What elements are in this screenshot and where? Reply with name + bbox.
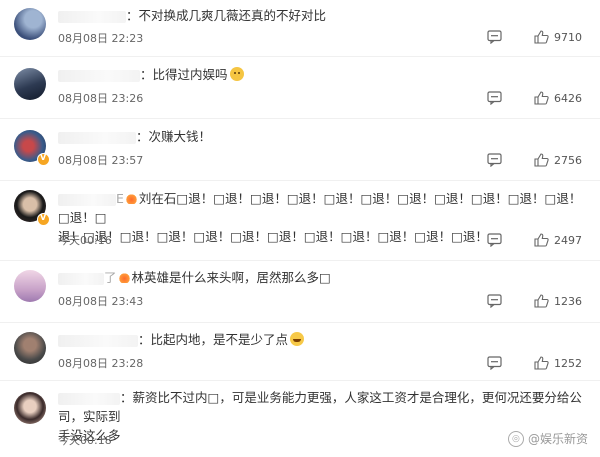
username-blurred[interactable] xyxy=(58,272,104,285)
comment-icon xyxy=(487,153,502,167)
avatar[interactable] xyxy=(14,392,46,424)
divider xyxy=(0,260,600,261)
like-count: 1236 xyxy=(554,294,582,308)
username-blurred[interactable] xyxy=(58,10,126,23)
comment-time: 08月08日 22:23 xyxy=(58,32,144,45)
like-button[interactable]: 6426 xyxy=(534,91,582,105)
username-blurred[interactable] xyxy=(58,334,138,347)
verified-badge-icon xyxy=(37,153,50,166)
comment-icon xyxy=(487,294,502,308)
like-button[interactable]: 2756 xyxy=(534,153,582,167)
reply-button[interactable] xyxy=(487,30,502,44)
username-suffix: E xyxy=(116,191,124,206)
thumbs-up-icon xyxy=(534,153,549,167)
comment-icon xyxy=(487,91,502,105)
like-button[interactable]: 1236 xyxy=(534,294,582,308)
comment-text-line1: 薪资比不过内□，可是业务能力更强，人家这工资才是合理化，更何况还要分给公司，实际… xyxy=(58,390,582,424)
comment-icon xyxy=(487,233,502,247)
comment-text: 不对换成几爽几薇还真的不好对比 xyxy=(138,8,327,23)
thumbs-up-icon xyxy=(534,294,549,308)
thumbs-up-icon xyxy=(534,233,549,247)
thumbs-up-icon xyxy=(534,91,549,105)
avatar[interactable] xyxy=(14,270,46,302)
like-count: 1252 xyxy=(554,356,582,370)
watermark-text: @娱乐新资 xyxy=(527,432,588,446)
comment-time: 今天00:16 xyxy=(58,234,112,247)
like-count: 2756 xyxy=(554,153,582,167)
source-watermark: ◎ @娱乐新资 xyxy=(507,430,588,447)
username-blurred[interactable] xyxy=(58,131,136,144)
avatar[interactable] xyxy=(14,8,46,40)
reply-button[interactable] xyxy=(487,233,502,247)
comment-time: 08月08日 23:43 xyxy=(58,295,144,308)
comment-icon xyxy=(487,356,502,370)
comment-icon xyxy=(487,30,502,44)
like-count: 9710 xyxy=(554,30,582,44)
reply-button[interactable] xyxy=(487,356,502,370)
divider xyxy=(0,56,600,57)
avatar[interactable] xyxy=(14,332,46,364)
divider xyxy=(0,180,600,181)
like-button[interactable]: 1252 xyxy=(534,356,582,370)
verified-badge-icon xyxy=(37,213,50,226)
comment-time: 08月08日 23:28 xyxy=(58,357,144,370)
like-button[interactable]: 9710 xyxy=(534,30,582,44)
divider xyxy=(0,118,600,119)
comment-time: 08月08日 23:57 xyxy=(58,154,144,167)
username-blurred[interactable] xyxy=(58,69,140,82)
fire-icon xyxy=(125,193,137,204)
thumbs-up-icon xyxy=(534,356,549,370)
thumbs-up-icon xyxy=(534,30,549,44)
username-blurred[interactable] xyxy=(58,392,120,405)
laugh-emoji xyxy=(290,332,305,346)
username-blurred[interactable] xyxy=(58,193,116,206)
comment-time: 今天00:18 xyxy=(58,434,112,447)
comment-text: 比得过内娱吗 xyxy=(152,67,228,82)
comment-text: 比起内地，是不是少了点 xyxy=(150,332,289,347)
fire-icon xyxy=(118,272,130,283)
avatar[interactable] xyxy=(14,68,46,100)
comment-text: 林英雄是什么来头啊，居然那么多□ xyxy=(131,270,331,285)
like-count: 2497 xyxy=(554,233,582,247)
reply-button[interactable] xyxy=(487,153,502,167)
reply-button[interactable] xyxy=(487,294,502,308)
like-button[interactable]: 2497 xyxy=(534,233,582,247)
comment-text-line2: 退！□退！□退！□退！□退！□退！□退！□退！□退！□退！□退！□退！ xyxy=(58,229,488,244)
comment-text: 次赚大钱！ xyxy=(148,129,212,144)
like-count: 6426 xyxy=(554,91,582,105)
username-suffix: 了 xyxy=(104,270,117,285)
cat-emoji xyxy=(229,67,244,81)
watermark-logo-icon: ◎ xyxy=(507,430,524,447)
reply-button[interactable] xyxy=(487,91,502,105)
divider xyxy=(0,322,600,323)
divider xyxy=(0,380,600,381)
comment-time: 08月08日 23:26 xyxy=(58,92,144,105)
